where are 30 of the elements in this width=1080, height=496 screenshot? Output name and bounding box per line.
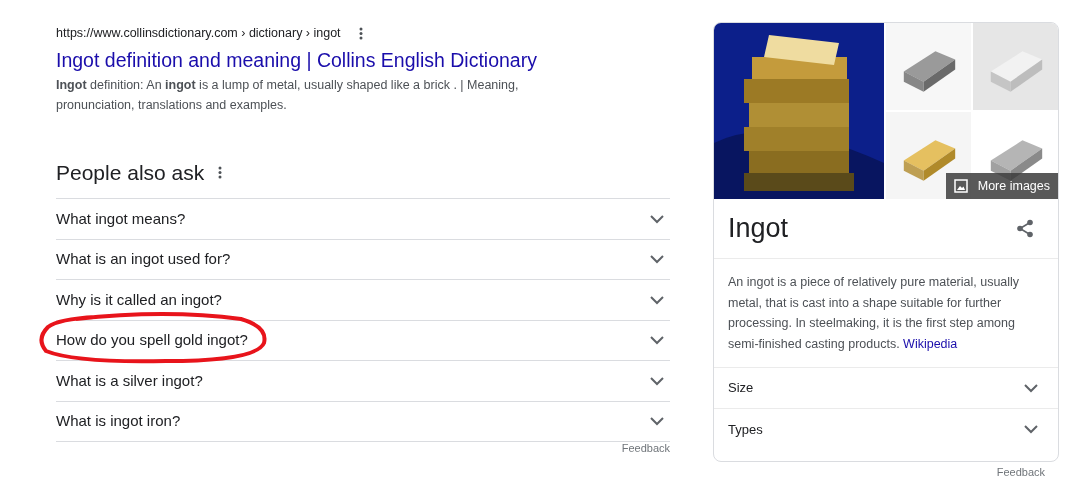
share-icon[interactable]	[1016, 219, 1034, 238]
question-item[interactable]: Why is it called an ingot?	[56, 280, 670, 321]
more-options-icon[interactable]	[358, 26, 363, 40]
question-text: What is a silver ingot?	[56, 370, 203, 391]
question-text: How do you spell gold ingot?	[56, 330, 248, 351]
section-heading: People also ask	[56, 159, 205, 186]
question-text: What is an ingot used for?	[56, 249, 231, 270]
section-label: Size	[728, 379, 754, 398]
question-item[interactable]: How do you spell gold ingot?	[56, 320, 670, 362]
image-icon	[953, 179, 968, 193]
question-item[interactable]: What is an ingot used for?	[56, 239, 670, 281]
section-label: Types	[728, 420, 763, 439]
question-item[interactable]: What is ingot iron?	[56, 401, 670, 443]
panel-description: An ingot is a piece of relatively pure material, usually metal, that is cast into a shape suitable for further processing. In steelmaking, it is the first step among semi-finished casting products. Wikipedia	[714, 259, 1058, 368]
feedback-link[interactable]: Feedback	[621, 440, 670, 457]
panel-title: Ingot	[728, 212, 789, 246]
more-images-button[interactable]: More images	[945, 173, 1058, 199]
question-item[interactable]: What ingot means?	[56, 199, 670, 240]
result-url: https://www.collinsdictionary.com › dictionary › ingot	[56, 25, 341, 42]
result-snippet: Ingot definition: An ingot is a lump of metal, usually shaped like a brick . | Meaning, pronunciation, translations and examples.	[56, 76, 520, 114]
question-text: What ingot means?	[56, 208, 186, 229]
panel-section[interactable]: Size	[714, 368, 1058, 409]
question-text: What is ingot iron?	[56, 411, 181, 432]
more-options-icon[interactable]	[218, 166, 223, 179]
question-item[interactable]: What is a silver ingot?	[56, 361, 670, 402]
question-text: Why is it called an ingot?	[56, 289, 222, 310]
source-link[interactable]: Wikipedia	[903, 336, 958, 351]
result-title-link[interactable]: Ingot definition and meaning | Collins English Dictionary	[56, 46, 537, 73]
feedback-link[interactable]: Feedback	[996, 464, 1045, 481]
panel-section[interactable]: Types	[714, 409, 1058, 450]
